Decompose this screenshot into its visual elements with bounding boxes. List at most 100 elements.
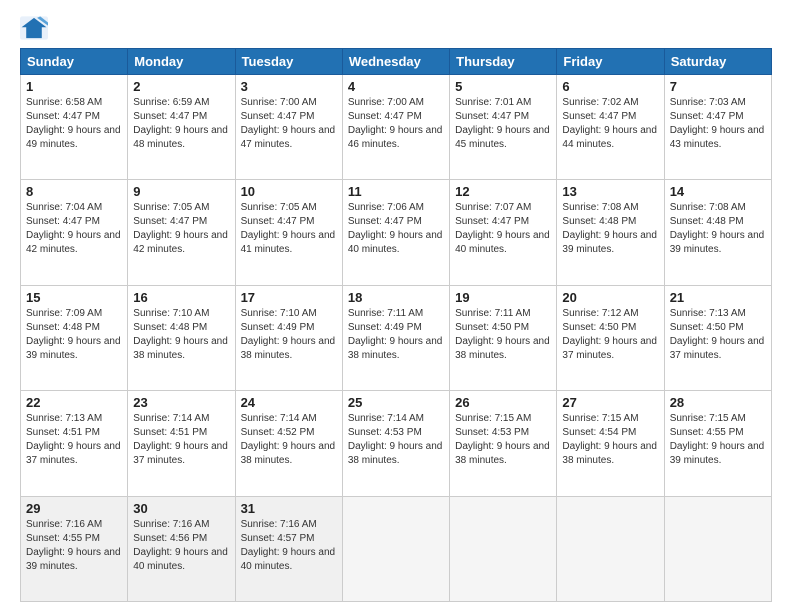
calendar-cell: 20 Sunrise: 7:12 AM Sunset: 4:50 PM Dayl…: [557, 285, 664, 390]
day-info: Sunrise: 7:11 AM Sunset: 4:49 PM Dayligh…: [348, 307, 444, 363]
day-number: 7: [670, 79, 766, 94]
day-number: 28: [670, 395, 766, 410]
calendar-header-sunday: Sunday: [21, 49, 128, 75]
calendar-cell: 5 Sunrise: 7:01 AM Sunset: 4:47 PM Dayli…: [450, 75, 557, 180]
calendar-cell: 29 Sunrise: 7:16 AM Sunset: 4:55 PM Dayl…: [21, 496, 128, 601]
day-number: 30: [133, 501, 229, 516]
calendar-cell: 22 Sunrise: 7:13 AM Sunset: 4:51 PM Dayl…: [21, 391, 128, 496]
calendar-week-1: 1 Sunrise: 6:58 AM Sunset: 4:47 PM Dayli…: [21, 75, 772, 180]
page: SundayMondayTuesdayWednesdayThursdayFrid…: [0, 0, 792, 612]
day-info: Sunrise: 7:07 AM Sunset: 4:47 PM Dayligh…: [455, 201, 551, 257]
day-info: Sunrise: 7:13 AM Sunset: 4:50 PM Dayligh…: [670, 307, 766, 363]
day-number: 26: [455, 395, 551, 410]
calendar-cell: [342, 496, 449, 601]
day-info: Sunrise: 7:12 AM Sunset: 4:50 PM Dayligh…: [562, 307, 658, 363]
calendar-cell: 11 Sunrise: 7:06 AM Sunset: 4:47 PM Dayl…: [342, 180, 449, 285]
day-info: Sunrise: 7:03 AM Sunset: 4:47 PM Dayligh…: [670, 96, 766, 152]
day-info: Sunrise: 7:14 AM Sunset: 4:52 PM Dayligh…: [241, 412, 337, 468]
day-info: Sunrise: 7:04 AM Sunset: 4:47 PM Dayligh…: [26, 201, 122, 257]
calendar-cell: 4 Sunrise: 7:00 AM Sunset: 4:47 PM Dayli…: [342, 75, 449, 180]
calendar-cell: 17 Sunrise: 7:10 AM Sunset: 4:49 PM Dayl…: [235, 285, 342, 390]
logo: [20, 16, 52, 40]
day-number: 9: [133, 184, 229, 199]
day-number: 2: [133, 79, 229, 94]
calendar-cell: 30 Sunrise: 7:16 AM Sunset: 4:56 PM Dayl…: [128, 496, 235, 601]
calendar-cell: 27 Sunrise: 7:15 AM Sunset: 4:54 PM Dayl…: [557, 391, 664, 496]
day-info: Sunrise: 7:13 AM Sunset: 4:51 PM Dayligh…: [26, 412, 122, 468]
calendar-cell: 23 Sunrise: 7:14 AM Sunset: 4:51 PM Dayl…: [128, 391, 235, 496]
calendar-header-row: SundayMondayTuesdayWednesdayThursdayFrid…: [21, 49, 772, 75]
calendar-cell: 7 Sunrise: 7:03 AM Sunset: 4:47 PM Dayli…: [664, 75, 771, 180]
day-number: 27: [562, 395, 658, 410]
calendar-header-thursday: Thursday: [450, 49, 557, 75]
day-number: 3: [241, 79, 337, 94]
day-info: Sunrise: 7:10 AM Sunset: 4:49 PM Dayligh…: [241, 307, 337, 363]
day-info: Sunrise: 7:16 AM Sunset: 4:57 PM Dayligh…: [241, 518, 337, 574]
calendar-week-3: 15 Sunrise: 7:09 AM Sunset: 4:48 PM Dayl…: [21, 285, 772, 390]
calendar-cell: 10 Sunrise: 7:05 AM Sunset: 4:47 PM Dayl…: [235, 180, 342, 285]
day-info: Sunrise: 7:11 AM Sunset: 4:50 PM Dayligh…: [455, 307, 551, 363]
calendar-cell: 25 Sunrise: 7:14 AM Sunset: 4:53 PM Dayl…: [342, 391, 449, 496]
calendar-week-2: 8 Sunrise: 7:04 AM Sunset: 4:47 PM Dayli…: [21, 180, 772, 285]
day-info: Sunrise: 7:05 AM Sunset: 4:47 PM Dayligh…: [241, 201, 337, 257]
day-info: Sunrise: 7:00 AM Sunset: 4:47 PM Dayligh…: [348, 96, 444, 152]
calendar-cell: 2 Sunrise: 6:59 AM Sunset: 4:47 PM Dayli…: [128, 75, 235, 180]
day-info: Sunrise: 7:14 AM Sunset: 4:51 PM Dayligh…: [133, 412, 229, 468]
day-number: 15: [26, 290, 122, 305]
day-info: Sunrise: 7:15 AM Sunset: 4:53 PM Dayligh…: [455, 412, 551, 468]
day-info: Sunrise: 7:14 AM Sunset: 4:53 PM Dayligh…: [348, 412, 444, 468]
calendar-cell: 28 Sunrise: 7:15 AM Sunset: 4:55 PM Dayl…: [664, 391, 771, 496]
calendar-cell: 24 Sunrise: 7:14 AM Sunset: 4:52 PM Dayl…: [235, 391, 342, 496]
day-number: 14: [670, 184, 766, 199]
calendar-week-5: 29 Sunrise: 7:16 AM Sunset: 4:55 PM Dayl…: [21, 496, 772, 601]
calendar-header-wednesday: Wednesday: [342, 49, 449, 75]
day-number: 6: [562, 79, 658, 94]
day-number: 29: [26, 501, 122, 516]
day-info: Sunrise: 7:16 AM Sunset: 4:56 PM Dayligh…: [133, 518, 229, 574]
calendar-cell: 13 Sunrise: 7:08 AM Sunset: 4:48 PM Dayl…: [557, 180, 664, 285]
calendar-cell: 8 Sunrise: 7:04 AM Sunset: 4:47 PM Dayli…: [21, 180, 128, 285]
day-info: Sunrise: 7:16 AM Sunset: 4:55 PM Dayligh…: [26, 518, 122, 574]
day-info: Sunrise: 7:08 AM Sunset: 4:48 PM Dayligh…: [562, 201, 658, 257]
day-info: Sunrise: 7:06 AM Sunset: 4:47 PM Dayligh…: [348, 201, 444, 257]
day-number: 22: [26, 395, 122, 410]
calendar-cell: 6 Sunrise: 7:02 AM Sunset: 4:47 PM Dayli…: [557, 75, 664, 180]
calendar-cell: [450, 496, 557, 601]
day-number: 24: [241, 395, 337, 410]
day-number: 21: [670, 290, 766, 305]
calendar-week-4: 22 Sunrise: 7:13 AM Sunset: 4:51 PM Dayl…: [21, 391, 772, 496]
calendar-cell: [557, 496, 664, 601]
calendar-header-monday: Monday: [128, 49, 235, 75]
calendar-cell: 1 Sunrise: 6:58 AM Sunset: 4:47 PM Dayli…: [21, 75, 128, 180]
calendar-cell: 31 Sunrise: 7:16 AM Sunset: 4:57 PM Dayl…: [235, 496, 342, 601]
day-number: 10: [241, 184, 337, 199]
day-number: 4: [348, 79, 444, 94]
calendar-cell: 19 Sunrise: 7:11 AM Sunset: 4:50 PM Dayl…: [450, 285, 557, 390]
calendar-cell: 12 Sunrise: 7:07 AM Sunset: 4:47 PM Dayl…: [450, 180, 557, 285]
day-number: 20: [562, 290, 658, 305]
day-number: 25: [348, 395, 444, 410]
header: [20, 16, 772, 40]
calendar-cell: 21 Sunrise: 7:13 AM Sunset: 4:50 PM Dayl…: [664, 285, 771, 390]
day-info: Sunrise: 7:01 AM Sunset: 4:47 PM Dayligh…: [455, 96, 551, 152]
day-info: Sunrise: 7:15 AM Sunset: 4:54 PM Dayligh…: [562, 412, 658, 468]
calendar-cell: [664, 496, 771, 601]
calendar-cell: 26 Sunrise: 7:15 AM Sunset: 4:53 PM Dayl…: [450, 391, 557, 496]
calendar-header-saturday: Saturday: [664, 49, 771, 75]
day-number: 18: [348, 290, 444, 305]
day-number: 23: [133, 395, 229, 410]
day-number: 31: [241, 501, 337, 516]
calendar-header-tuesday: Tuesday: [235, 49, 342, 75]
calendar-cell: 16 Sunrise: 7:10 AM Sunset: 4:48 PM Dayl…: [128, 285, 235, 390]
day-number: 16: [133, 290, 229, 305]
calendar-table: SundayMondayTuesdayWednesdayThursdayFrid…: [20, 48, 772, 602]
day-info: Sunrise: 6:58 AM Sunset: 4:47 PM Dayligh…: [26, 96, 122, 152]
logo-icon: [20, 16, 48, 40]
calendar-cell: 3 Sunrise: 7:00 AM Sunset: 4:47 PM Dayli…: [235, 75, 342, 180]
calendar-cell: 15 Sunrise: 7:09 AM Sunset: 4:48 PM Dayl…: [21, 285, 128, 390]
day-info: Sunrise: 7:05 AM Sunset: 4:47 PM Dayligh…: [133, 201, 229, 257]
calendar-cell: 14 Sunrise: 7:08 AM Sunset: 4:48 PM Dayl…: [664, 180, 771, 285]
day-number: 1: [26, 79, 122, 94]
day-number: 8: [26, 184, 122, 199]
day-info: Sunrise: 7:10 AM Sunset: 4:48 PM Dayligh…: [133, 307, 229, 363]
